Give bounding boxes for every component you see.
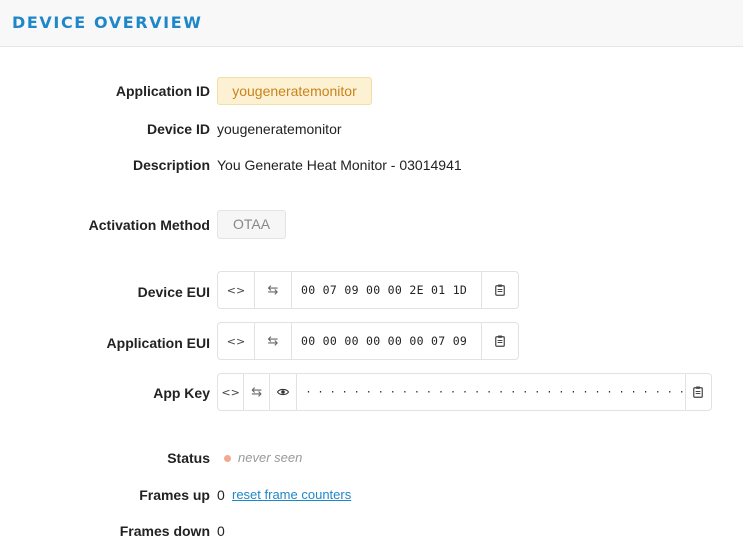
application-id-label: Application ID <box>115 83 210 99</box>
app-key-copy-button[interactable] <box>684 374 711 410</box>
swap-icon: ⇆ <box>251 384 263 400</box>
application-eui-label: Application EUI <box>106 335 210 351</box>
frames-down-label: Frames down <box>119 523 210 539</box>
app-key-value[interactable]: · · · · · · · · · · · · · · · · · · · · … <box>297 374 685 410</box>
device-eui-format-button[interactable]: <> <box>218 272 255 308</box>
clipboard-icon <box>495 284 505 296</box>
app-key-byte-order-button[interactable]: ⇆ <box>244 374 271 410</box>
status-label: Status <box>167 450 210 466</box>
app-key-format-button[interactable]: <> <box>218 374 245 410</box>
description-label: Description <box>132 157 210 173</box>
frames-down-value: 0 <box>217 523 225 539</box>
reset-frame-counters-link[interactable]: reset frame counters <box>232 487 351 502</box>
application-id-badge[interactable]: yougeneratemonitor <box>217 77 372 105</box>
frames-up-label: Frames up <box>139 487 210 503</box>
code-icon: <> <box>226 283 246 297</box>
device-id-value: yougeneratemonitor <box>217 121 342 137</box>
application-eui-value[interactable]: 00 00 00 00 00 00 07 09 <box>292 323 481 359</box>
application-eui-byte-order-button[interactable]: ⇆ <box>255 323 292 359</box>
frames-up-value: 0 <box>217 487 225 503</box>
app-key-reveal-button[interactable] <box>270 374 297 410</box>
device-eui-value[interactable]: 00 07 09 00 00 2E 01 1D <box>292 272 481 308</box>
code-icon: <> <box>226 334 246 348</box>
application-eui-copy-button[interactable] <box>481 323 518 359</box>
device-eui-copy-button[interactable] <box>481 272 518 308</box>
activation-method-label: Activation Method <box>88 217 210 233</box>
status-value: never seen <box>238 450 303 465</box>
application-eui-field: <> ⇆ 00 00 00 00 00 00 07 09 <box>217 322 519 360</box>
description-value: You Generate Heat Monitor - 03014941 <box>217 157 462 173</box>
code-icon: <> <box>221 385 240 399</box>
status-indicator-dot <box>224 455 231 462</box>
swap-icon: ⇆ <box>267 282 279 298</box>
page-header: DEVICE OVERVIEW <box>0 0 743 47</box>
swap-icon: ⇆ <box>267 333 279 349</box>
application-eui-format-button[interactable]: <> <box>218 323 255 359</box>
device-eui-label: Device EUI <box>137 284 210 300</box>
clipboard-icon <box>693 386 704 398</box>
eye-icon <box>276 388 289 396</box>
page-title: DEVICE OVERVIEW <box>12 13 203 32</box>
app-key-field: <> ⇆ · · · · · · · · · · · · · · · · · ·… <box>217 373 712 411</box>
app-key-label: App Key <box>153 385 210 401</box>
activation-method-badge: OTAA <box>217 210 286 239</box>
device-eui-field: <> ⇆ 00 07 09 00 00 2E 01 1D <box>217 271 519 309</box>
clipboard-icon <box>495 335 505 347</box>
device-eui-byte-order-button[interactable]: ⇆ <box>255 272 292 308</box>
device-id-label: Device ID <box>146 121 210 137</box>
